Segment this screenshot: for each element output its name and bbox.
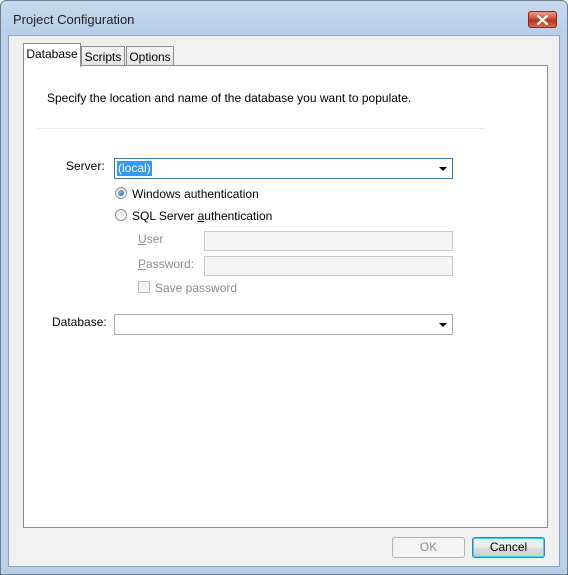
user-label-rest: ser [146,232,164,246]
sql-auth-label-part: SQL Server [132,209,198,223]
cancel-button[interactable]: Cancel [472,537,545,558]
dialog-client-area: Database Scripts Options Specify the loc… [8,35,560,567]
sql-auth-radio[interactable] [115,209,127,221]
cancel-button-label: Cancel [489,540,528,554]
password-accesskey: P [138,257,147,271]
user-input[interactable] [204,231,453,251]
chevron-down-icon[interactable] [439,167,447,171]
tab-scripts[interactable]: Scripts [81,46,125,67]
server-value: (local) [117,161,152,176]
server-combobox[interactable]: (local) [114,158,453,179]
sql-auth-label[interactable]: SQL Server authentication [132,209,272,223]
radio-selected-dot [118,190,124,196]
close-button[interactable] [528,11,557,28]
server-label: Server: [66,159,105,173]
password-label-rest: assword: [146,257,195,271]
close-icon [537,15,548,25]
sql-auth-label-rest: uthentication [204,209,273,223]
tab-database-label: Database [26,47,78,61]
chevron-down-icon[interactable] [439,323,447,327]
database-tab-panel: Specify the location and name of the dat… [23,65,548,528]
window-title: Project Configuration [13,12,135,27]
user-label: User [138,232,163,246]
save-password-checkbox[interactable] [138,281,150,293]
password-input[interactable] [204,256,453,276]
windows-auth-label[interactable]: Windows authentication [132,187,259,201]
description-text: Specify the location and name of the dat… [47,91,412,105]
ok-button[interactable]: OK [392,537,465,558]
tab-scripts-label: Scripts [84,50,122,64]
user-accesskey: U [138,232,147,246]
separator-line [37,128,485,129]
database-label: Database: [52,315,107,329]
save-password-label[interactable]: Save password [155,281,237,295]
title-bar[interactable]: Project Configuration [1,1,567,35]
tab-options[interactable]: Options [126,46,174,67]
ok-button-label: OK [419,540,438,554]
tab-options-label: Options [129,50,171,64]
password-label: Password: [138,257,194,271]
dialog-window: Project Configuration Database Scripts O… [0,0,568,575]
tab-database[interactable]: Database [23,43,81,67]
windows-auth-radio[interactable] [115,187,127,199]
database-combobox[interactable] [114,314,453,335]
